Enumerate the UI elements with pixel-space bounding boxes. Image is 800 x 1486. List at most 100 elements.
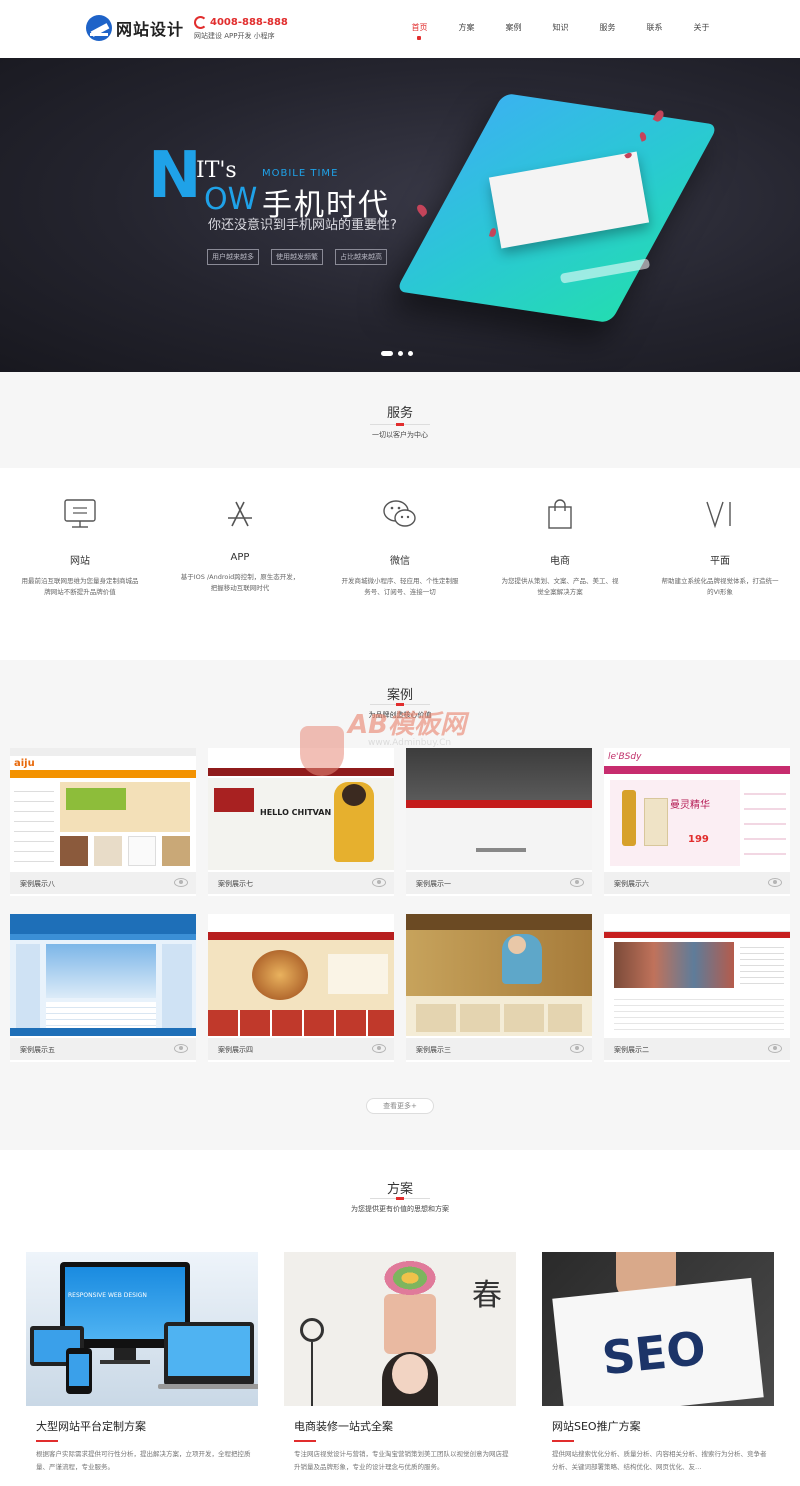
nav-item-home[interactable]: 首页 [396,0,443,58]
eye-icon[interactable] [174,878,188,887]
nav-item-solutions[interactable]: 方案 [443,0,490,58]
case-name: 案例展示二 [614,1046,649,1054]
eye-icon[interactable] [768,878,782,887]
eye-icon[interactable] [174,1044,188,1053]
case-caption: 案例展示六 [604,872,790,894]
banner-ow: OW [204,182,258,217]
service-item-website[interactable]: 网站 用最前沿互联网思维为您量身定制商城品牌网站不断提升品牌价值 [15,496,145,598]
case-caption: 案例展示二 [604,1038,790,1060]
monitor-icon [62,496,98,532]
logo-mark-icon [86,15,112,41]
case-thumbnail: le'BSdy 曼灵精华 199 [604,748,790,870]
watermark-logo-icon [300,726,344,776]
case-name: 案例展示六 [614,880,649,888]
solution-desc: 专注网店视觉设计与营销，专业淘宝营销策划美工团队以视觉创意为网店提升销量及品牌形… [294,1450,509,1471]
service-name: APP [230,552,250,563]
slider-dots [381,351,418,356]
case-name: 案例展示一 [416,880,451,888]
case-thumbnail [604,914,790,1036]
petal-icon [415,202,429,218]
solution-title: 大型网站平台定制方案 [36,1420,146,1433]
eye-icon[interactable] [570,1044,584,1053]
case-thumbnail [406,914,592,1036]
solution-card[interactable]: RESPONSIVE WEB DESIGN 大型网站平台定制方案 根据客户实际需… [26,1252,258,1474]
slider-dot[interactable] [381,351,393,356]
spring-character: 春 [472,1278,502,1313]
eye-icon[interactable] [372,878,386,887]
service-item-graphic[interactable]: 平面 帮助建立系统化品牌视觉体系，打造统一的VI形象 [655,496,785,598]
app-store-icon [222,496,258,532]
service-item-ecommerce[interactable]: 电商 为您提供从策划、文案、产品、美工、视觉全案解决方案 [495,496,625,598]
solution-image: RESPONSIVE WEB DESIGN [26,1252,258,1406]
service-name: 网站 [70,556,90,567]
banner-tags: 用户越来越多 使用越发频繁 占比越来越高 [207,249,399,265]
service-desc: 帮助建立系统化品牌视觉体系，打造统一的VI形象 [661,577,779,596]
nav-item-services[interactable]: 服务 [584,0,631,58]
case-name: 案例展示三 [416,1046,451,1054]
case-card[interactable]: HELLO CHITVAN 案例展示七 [208,748,394,896]
case-card[interactable]: 案例展示二 [604,914,790,1062]
case-thumbnail: aiju [10,748,196,870]
nav-item-knowledge[interactable]: 知识 [537,0,584,58]
solution-card[interactable]: SEO 网站SEO推广方案 提供网站搜索优化分析、质量分析、内容相关分析、搜索行… [542,1252,774,1474]
services-title: 服务 [386,406,413,421]
phone-subtitle: 网站建设 APP开发 小程序 [194,32,275,40]
solution-desc: 根据客户实际需求提供可行性分析，提出解决方案，立项开发，全程把控质量、严谨流程，… [36,1450,251,1471]
hero-banner[interactable]: N IT's OW MOBILE TIME 手机时代 你还没意识到手机网站的重要… [0,58,800,372]
case-thumbnail: HELLO CHITVAN [208,748,394,870]
service-name: 平面 [710,556,730,567]
solution-image: SEO [542,1252,774,1406]
banner-subtitle: 你还没意识到手机网站的重要性? [208,218,397,233]
main-nav: 首页 方案 案例 知识 服务 联系 关于 [396,0,725,58]
slider-dot[interactable] [408,351,413,356]
eye-icon[interactable] [372,1044,386,1053]
service-name: 电商 [550,556,570,567]
solution-title: 电商装修一站式全案 [294,1420,393,1433]
service-desc: 为您提供从策划、文案、产品、美工、视觉全案解决方案 [501,577,619,596]
vi-icon [702,496,738,532]
view-more-button[interactable]: 查看更多+ [366,1098,434,1114]
case-name: 案例展示四 [218,1046,253,1054]
case-card[interactable]: 案例展示五 [10,914,196,1062]
section-divider-mark [396,1197,404,1200]
services-subtitle: 一切以客户为中心 [372,431,428,439]
solution-title-underline [36,1440,58,1442]
eye-icon[interactable] [768,1044,782,1053]
case-card[interactable]: le'BSdy 曼灵精华 199 案例展示六 [604,748,790,896]
case-caption: 案例展示八 [10,872,196,894]
logo-text: 网站设计 [116,20,185,39]
case-thumbnail [208,914,394,1036]
solutions-subtitle: 为您提供更有价值的思想和方案 [351,1205,449,1213]
site-logo[interactable]: 网站设计 [86,14,184,42]
case-caption: 案例展示四 [208,1038,394,1060]
banner-its: IT's [196,158,237,183]
site-header: 网站设计 4008-888-888 网站建设 APP开发 小程序 首页 方案 案… [0,0,800,58]
section-divider-mark [396,423,404,426]
solution-card[interactable]: 春 电商装修一站式全案 专注网店视觉设计与营销，专业淘宝营销策划美工团队以视觉创… [284,1252,516,1474]
nav-item-about[interactable]: 关于 [678,0,725,58]
hotline: 4008-888-888 网站建设 APP开发 小程序 [194,16,288,41]
case-thumbnail [10,914,196,1036]
nav-item-contact[interactable]: 联系 [631,0,678,58]
solution-title: 网站SEO推广方案 [552,1420,641,1433]
banner-tag: 使用越发频繁 [271,249,323,265]
case-card[interactable]: 案例展示一 [406,748,592,896]
case-caption: 案例展示七 [208,872,394,894]
nav-item-cases[interactable]: 案例 [490,0,537,58]
solution-image: 春 [284,1252,516,1406]
case-card[interactable]: 案例展示四 [208,914,394,1062]
slider-dot[interactable] [398,351,403,356]
banner-big-letter: N [148,139,202,213]
eye-icon[interactable] [570,878,584,887]
shopping-bag-icon [542,496,578,532]
case-caption: 案例展示三 [406,1038,592,1060]
case-caption: 案例展示一 [406,872,592,894]
case-card[interactable]: aiju 案例展示八 [10,748,196,896]
solutions-title: 方案 [386,1182,413,1197]
page: 网站设计 4008-888-888 网站建设 APP开发 小程序 首页 方案 案… [0,0,800,1486]
service-item-wechat[interactable]: 微信 开发商城微小程序、轻应用、个性定制服务号、订阅号、连接一切 [335,496,465,598]
case-card[interactable]: 案例展示三 [406,914,592,1062]
service-item-app[interactable]: APP 基于IOS /Android跨控制，原生态开发，把握移动互联网时代 [175,496,305,594]
case-caption: 案例展示五 [10,1038,196,1060]
banner-mobile-time: MOBILE TIME [262,168,339,179]
